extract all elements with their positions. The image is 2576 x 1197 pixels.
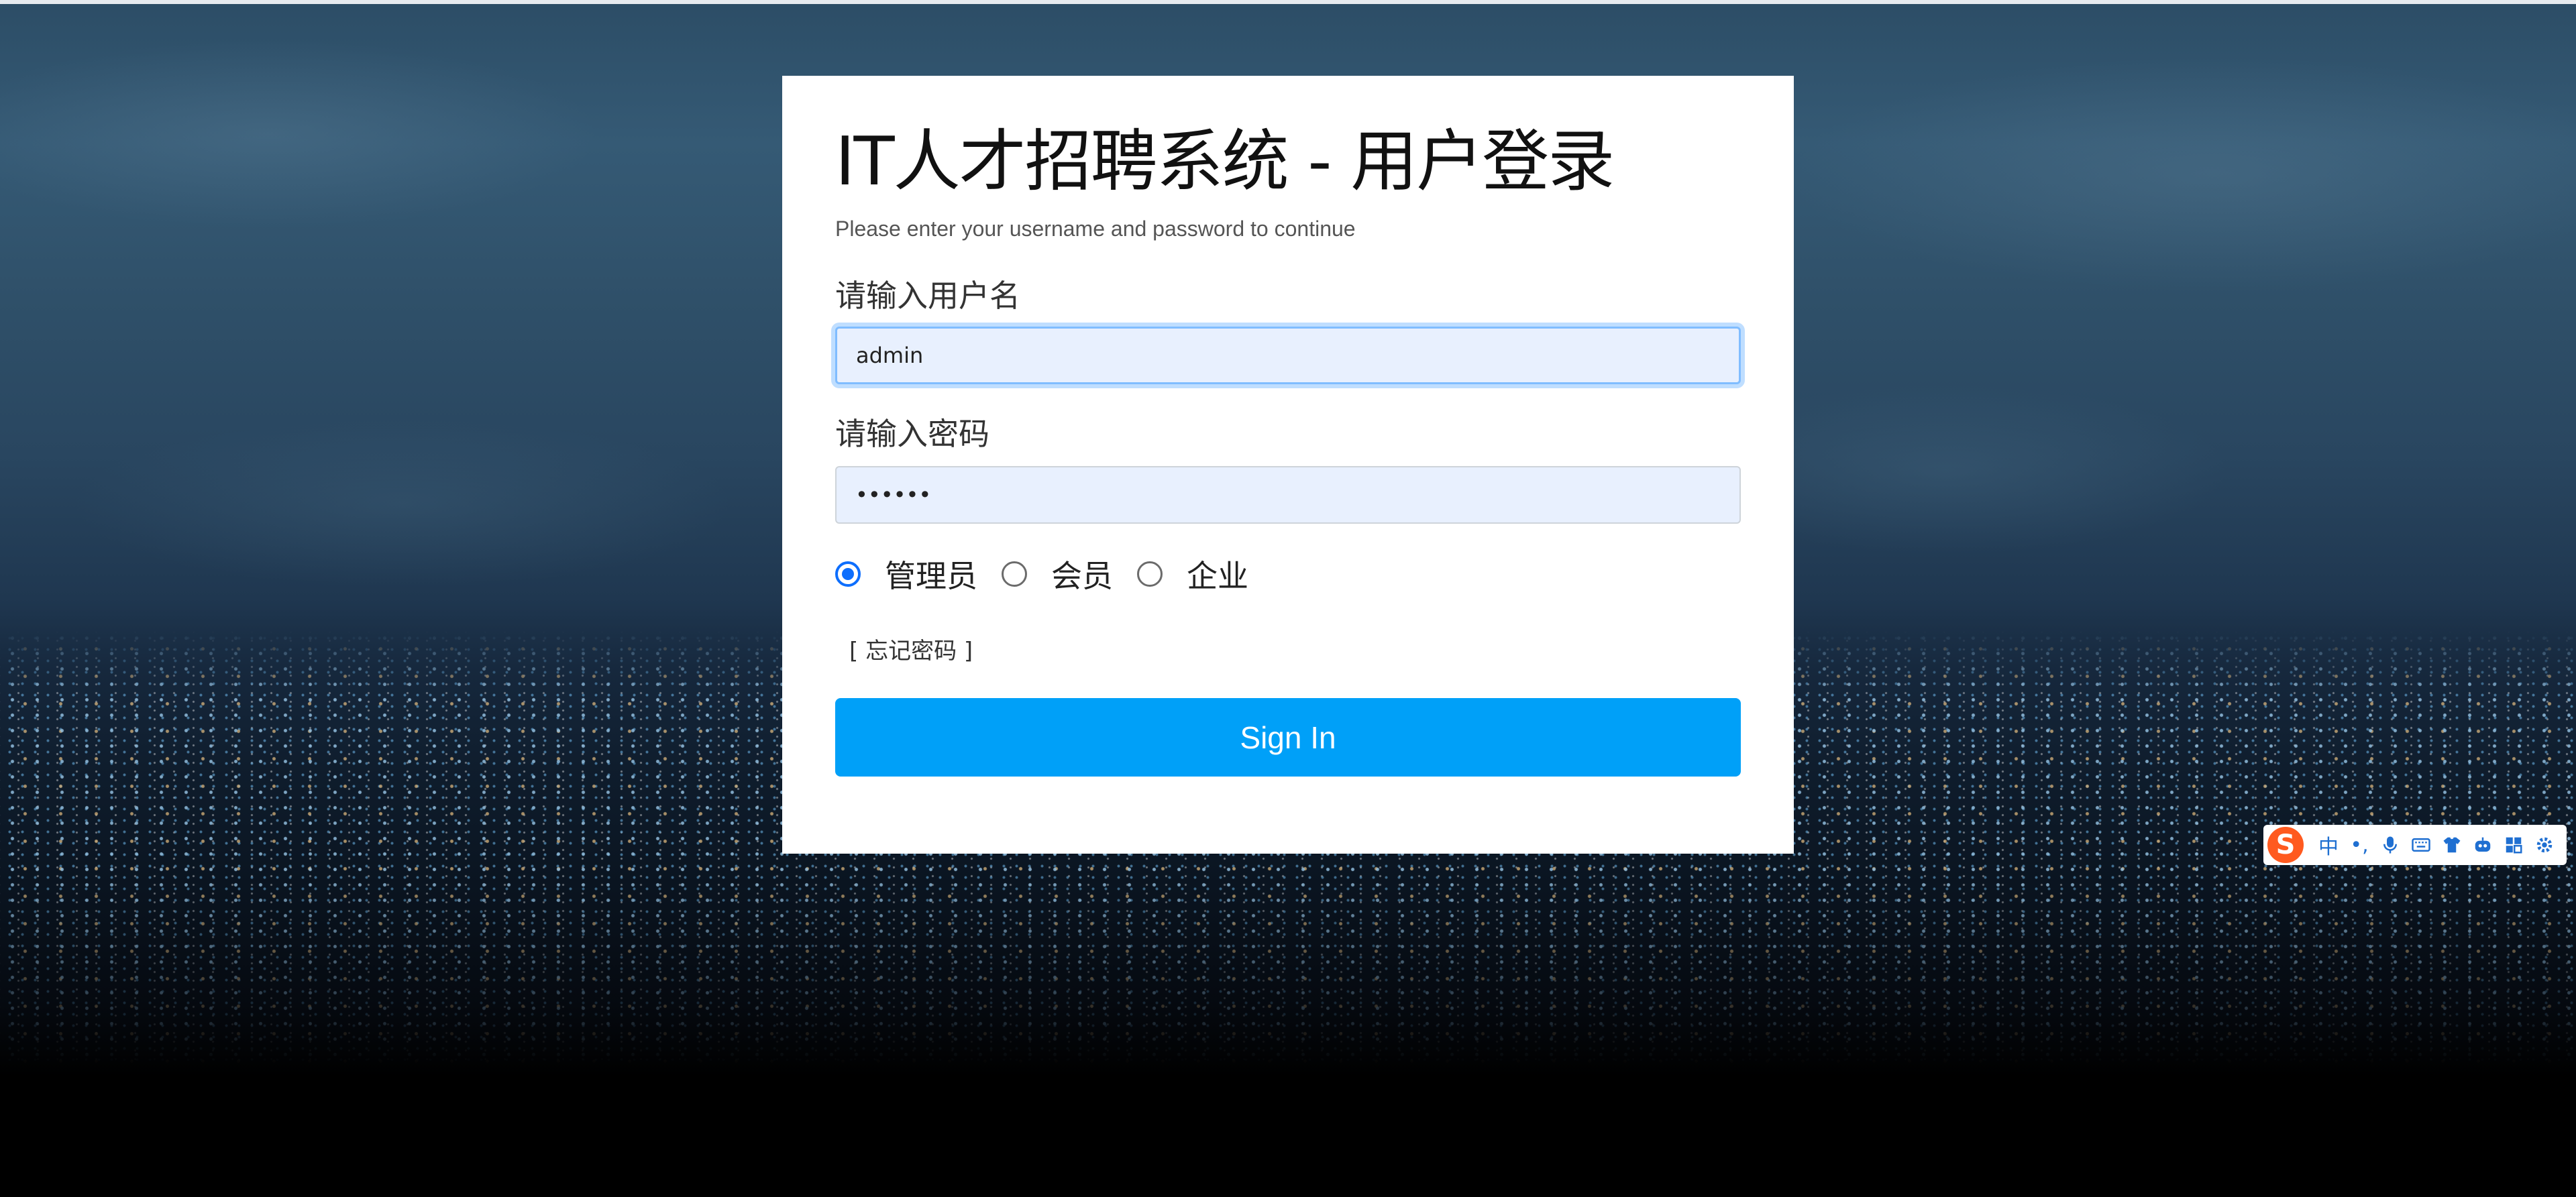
page-title: IT人才招聘系统 - 用户登录 bbox=[835, 122, 1615, 201]
role-radio-member[interactable]: 会员 bbox=[1002, 552, 1113, 596]
radio-unchecked-icon[interactable] bbox=[1002, 561, 1027, 587]
ime-punctuation-toggle[interactable]: •, bbox=[2344, 834, 2375, 857]
password-input[interactable] bbox=[835, 466, 1741, 524]
username-label: 请输入用户名 bbox=[835, 278, 1020, 314]
keyboard-icon[interactable] bbox=[2411, 835, 2431, 855]
forgot-password-link[interactable]: [ 忘记密码 ] bbox=[849, 632, 973, 665]
password-label: 请输入密码 bbox=[835, 416, 989, 452]
role-label-admin: 管理员 bbox=[885, 558, 977, 594]
role-radio-group: 管理员 会员 企业 bbox=[835, 547, 1273, 601]
radio-checked-icon[interactable] bbox=[835, 561, 861, 587]
robot-icon[interactable] bbox=[2473, 835, 2493, 855]
page-subtitle: Please enter your username and password … bbox=[835, 217, 1356, 241]
skin-icon[interactable] bbox=[2442, 835, 2462, 855]
role-label-member: 会员 bbox=[1051, 558, 1113, 594]
role-label-company: 企业 bbox=[1187, 558, 1248, 594]
sogou-logo-icon[interactable]: S bbox=[2267, 827, 2304, 863]
username-input[interactable] bbox=[835, 327, 1741, 384]
sign-in-button[interactable]: Sign In bbox=[835, 698, 1741, 777]
ime-toolbar: S 中 •, bbox=[2263, 825, 2567, 865]
login-card: IT人才招聘系统 - 用户登录 Please enter your userna… bbox=[782, 76, 1794, 854]
role-radio-company[interactable]: 企业 bbox=[1137, 552, 1248, 596]
role-radio-admin[interactable]: 管理员 bbox=[835, 552, 977, 596]
settings-icon[interactable] bbox=[2534, 835, 2555, 855]
radio-unchecked-icon[interactable] bbox=[1137, 561, 1163, 587]
toolbox-icon[interactable] bbox=[2504, 835, 2524, 855]
ime-mode-toggle[interactable]: 中 bbox=[2313, 830, 2344, 860]
top-border bbox=[0, 0, 2576, 4]
microphone-icon[interactable] bbox=[2380, 835, 2400, 855]
